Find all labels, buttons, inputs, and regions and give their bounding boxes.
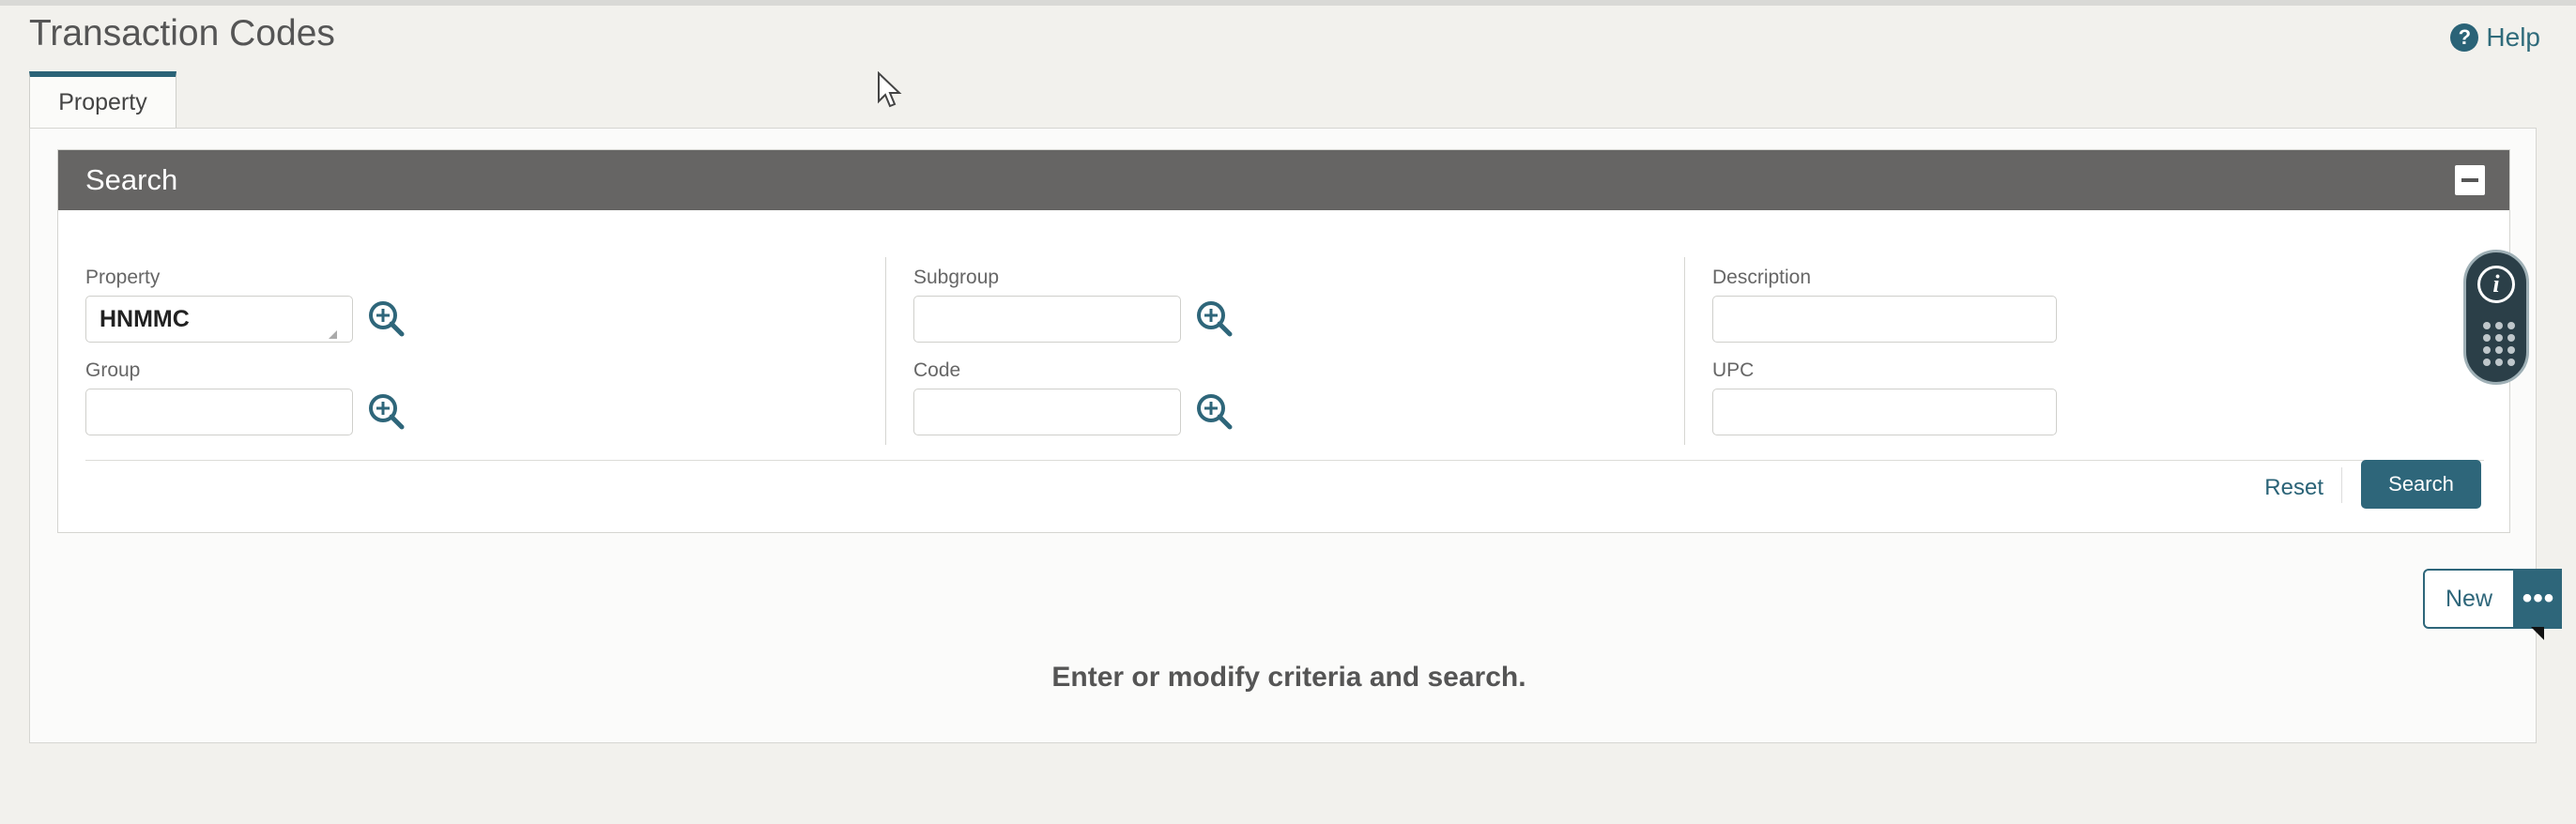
search-panel-title: Search [85,163,178,196]
code-input[interactable] [913,389,1181,435]
subgroup-label: Subgroup [913,267,1000,288]
keypad-dots-icon[interactable] [2483,322,2515,367]
actions-divider [85,460,2484,461]
reset-link[interactable]: Reset [2264,475,2323,501]
search-panel-header: Search [58,150,2509,210]
property-input[interactable] [85,296,353,343]
help-link[interactable]: ? Help [2450,23,2540,53]
description-label: Description [1712,267,1812,288]
more-options-button[interactable]: ••• [2515,569,2562,629]
tab-property[interactable]: Property [29,71,176,128]
search-panel: Search Property Group Subgroup [57,149,2510,533]
lookup-search-icon[interactable] [366,298,407,340]
new-button[interactable]: New [2423,569,2515,629]
lookup-search-icon[interactable] [366,391,407,433]
actions-separator [2341,467,2342,503]
lookup-search-icon[interactable] [1194,298,1235,340]
upc-label: UPC [1712,359,1755,381]
empty-results-message: Enter or modify criteria and search. [1051,662,1526,693]
question-circle-icon: ? [2450,23,2479,52]
group-label: Group [85,359,141,381]
lookup-search-icon[interactable] [1194,391,1235,433]
description-input[interactable] [1712,296,2057,343]
main-panel: Search Property Group Subgroup [29,128,2537,743]
collapse-icon[interactable] [2455,165,2485,195]
code-label: Code [913,359,961,381]
new-action-group: New ••• [2423,569,2562,629]
column-divider [1684,257,1685,445]
info-widget[interactable]: i [2463,250,2529,385]
help-label: Help [2486,23,2540,52]
upc-input[interactable] [1712,389,2057,435]
group-input[interactable] [85,389,353,435]
page-title: Transaction Codes [29,13,335,53]
top-border [0,0,2576,6]
property-label: Property [85,267,161,288]
mouse-cursor-icon [878,71,902,108]
button-shadow-corner [2531,627,2544,640]
info-icon[interactable]: i [2477,266,2515,303]
subgroup-input[interactable] [913,296,1181,343]
dropdown-arrow-icon [329,330,337,339]
search-button[interactable]: Search [2361,460,2481,509]
column-divider [885,257,886,445]
